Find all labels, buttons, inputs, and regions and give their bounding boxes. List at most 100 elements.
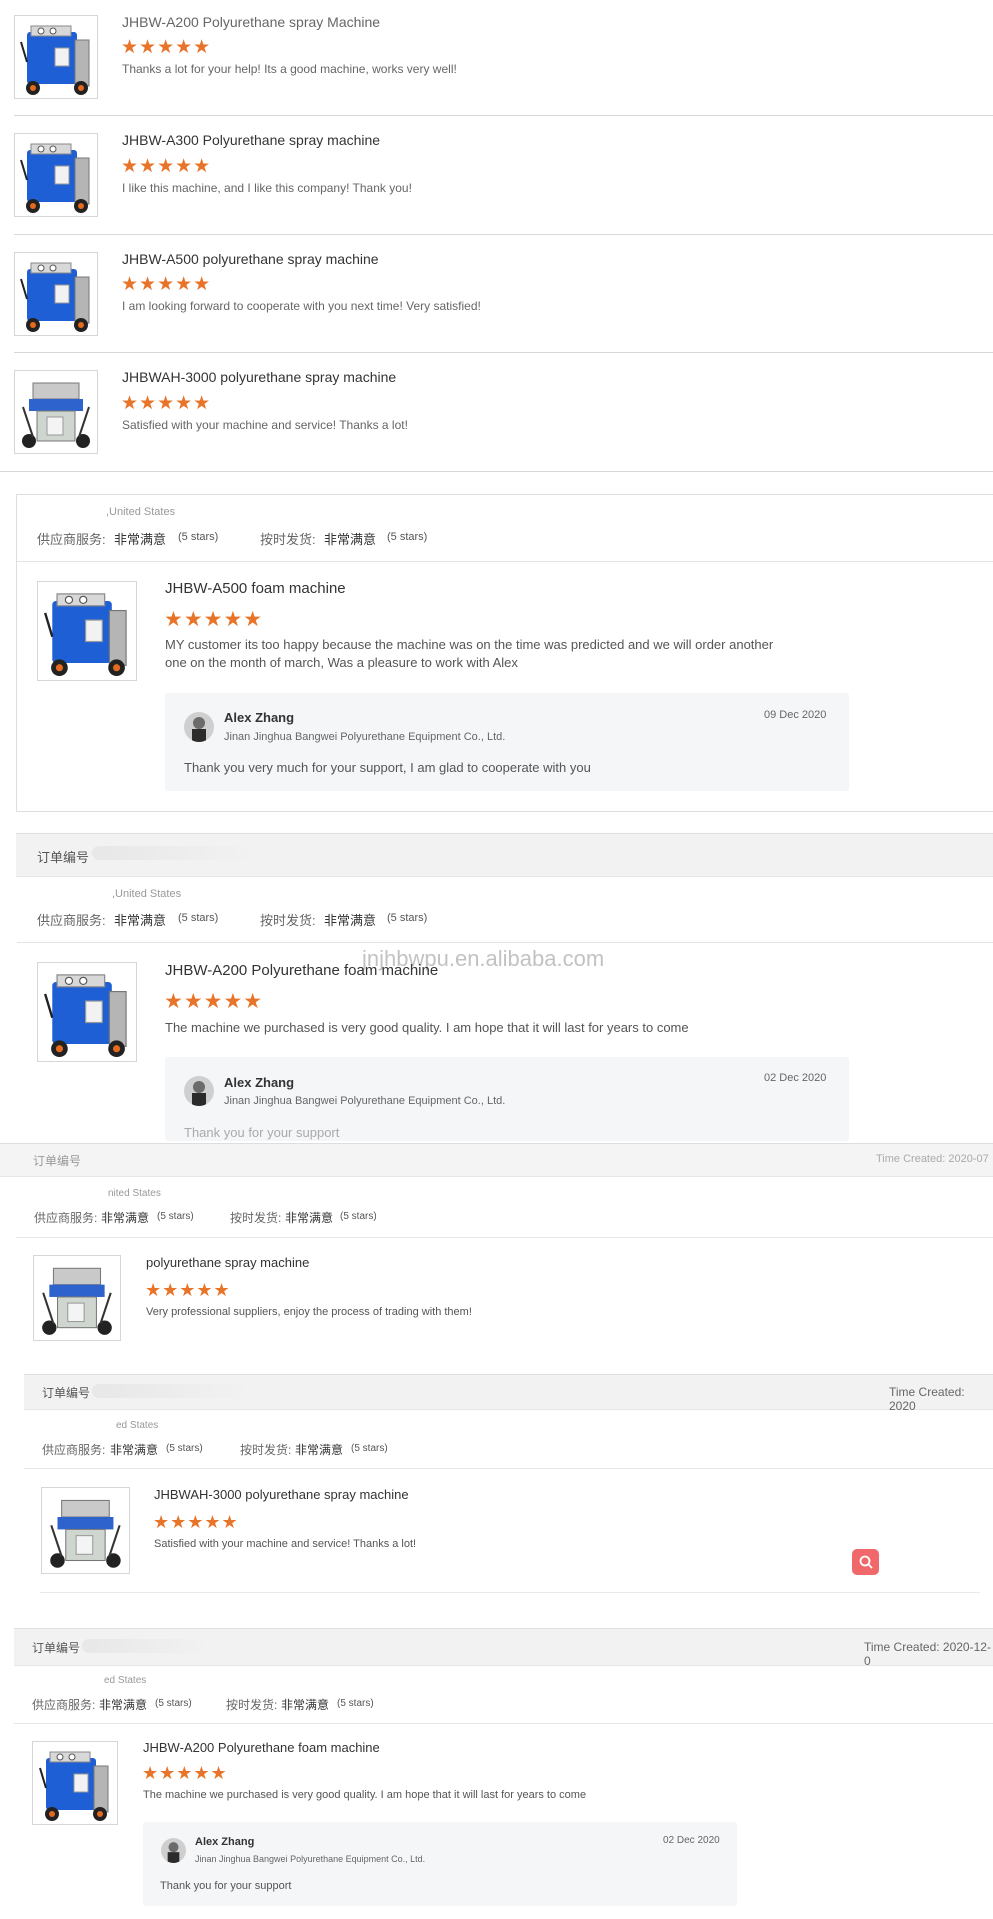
product-thumbnail[interactable] [33, 1255, 121, 1341]
product-name[interactable]: JHBW-A500 foam machine [165, 580, 346, 597]
machine-thumbnail [20, 25, 90, 96]
star-rating: ★★★★★ [145, 1280, 231, 1300]
redacted-order-number [92, 1384, 252, 1398]
reply-date: 02 Dec 2020 [663, 1835, 720, 1846]
on-time-shipping-value: 非常满意 [285, 1211, 334, 1225]
product-thumbnail[interactable] [14, 252, 98, 336]
reply-text: Thank you for your support [160, 1880, 292, 1892]
product-name[interactable]: JHBWAH-3000 polyurethane spray machine [154, 1487, 409, 1502]
order-number-label: 订单编号 [37, 850, 90, 865]
product-name[interactable]: JHBW-A200 Polyurethane spray Machine [122, 14, 380, 30]
avatar [184, 1076, 214, 1106]
divider [14, 234, 993, 235]
divider [14, 352, 993, 353]
product-thumbnail[interactable] [14, 15, 98, 99]
supplier-service-stars: (5 stars) [155, 1698, 192, 1709]
reply-text: Thank you very much for your support, I … [184, 760, 591, 775]
product-name[interactable]: JHBW-A200 Polyurethane foam machine [143, 1740, 380, 1755]
product-name[interactable]: JHBWAH-3000 polyurethane spray machine [122, 369, 396, 385]
star-rating: ★★★★★ [121, 393, 212, 414]
on-time-shipping-label: 按时发货: [226, 1698, 278, 1712]
review-comment: The machine we purchased is very good qu… [143, 1789, 587, 1801]
on-time-shipping-value: 非常满意 [295, 1443, 344, 1457]
supplier-service-label: 供应商服务: [37, 532, 106, 547]
review-comment: I like this machine, and I like this com… [122, 181, 412, 195]
on-time-shipping-value: 非常满意 [324, 532, 377, 547]
star-rating: ★★★★★ [164, 608, 264, 631]
supplier-service-stars: (5 stars) [157, 1211, 194, 1222]
product-name[interactable]: JHBW-A300 Polyurethane spray machine [122, 132, 380, 148]
product-thumbnail[interactable] [32, 1741, 118, 1825]
reply-author: Alex Zhang [224, 710, 295, 725]
reply-company: Jinan Jinghua Bangwei Polyurethane Equip… [195, 1854, 426, 1864]
reply-text: Thank you for your support [184, 1125, 340, 1140]
star-rating: ★★★★★ [121, 37, 212, 58]
on-time-shipping-stars: (5 stars) [340, 1211, 377, 1222]
order-number-label: 订单编号 [33, 1154, 82, 1168]
supplier-service-value: 非常满意 [114, 532, 167, 547]
reply-author: Alex Zhang [224, 1075, 295, 1090]
divider [14, 1723, 993, 1724]
product-thumbnail[interactable] [37, 962, 137, 1062]
avatar [161, 1838, 186, 1863]
on-time-shipping-label: 按时发货: [240, 1443, 292, 1457]
supplier-service-value: 非常满意 [101, 1211, 150, 1225]
machine-thumbnail [49, 1499, 122, 1569]
reply-company: Jinan Jinghua Bangwei Polyurethane Equip… [224, 731, 506, 743]
on-time-shipping-label: 按时发货: [230, 1211, 282, 1225]
buyer-country: ed States [104, 1675, 147, 1686]
avatar [184, 712, 214, 742]
on-time-shipping-label: 按时发货: [260, 532, 316, 547]
supplier-service-stars: (5 stars) [178, 531, 219, 543]
star-rating: ★★★★★ [121, 156, 212, 177]
buyer-country: nited States [108, 1188, 161, 1199]
product-thumbnail[interactable] [14, 370, 98, 454]
search-icon [859, 1555, 873, 1569]
reply-date: 09 Dec 2020 [764, 709, 827, 721]
supplier-reply [143, 1822, 737, 1906]
star-rating: ★★★★★ [121, 274, 212, 295]
on-time-shipping-stars: (5 stars) [351, 1443, 388, 1454]
supplier-service-value: 非常满意 [114, 913, 167, 928]
time-created: Time Created: 2020-12-0 [864, 1640, 991, 1668]
review-comment: I am looking forward to cooperate with y… [122, 299, 481, 313]
on-time-shipping-stars: (5 stars) [387, 912, 428, 924]
reply-author: Alex Zhang [195, 1836, 255, 1848]
supplier-service-value: 非常满意 [110, 1443, 159, 1457]
supplier-service-value: 非常满意 [99, 1698, 148, 1712]
supplier-service-label: 供应商服务: [34, 1211, 98, 1225]
on-time-shipping-value: 非常满意 [281, 1698, 330, 1712]
search-button[interactable] [852, 1549, 879, 1575]
supplier-service-label: 供应商服务: [37, 913, 106, 928]
reply-date: 02 Dec 2020 [764, 1072, 827, 1084]
divider [14, 115, 993, 116]
review-comment: Very professional suppliers, enjoy the p… [146, 1306, 472, 1318]
redacted-order-number [92, 846, 257, 860]
product-name[interactable]: polyurethane spray machine [146, 1255, 309, 1270]
reply-company: Jinan Jinghua Bangwei Polyurethane Equip… [224, 1095, 506, 1107]
divider [16, 1237, 993, 1238]
supplier-service-stars: (5 stars) [178, 912, 219, 924]
review-comment: Satisfied with your machine and service!… [154, 1538, 417, 1550]
order-number-label: 订单编号 [42, 1386, 91, 1400]
machine-thumbnail [39, 1751, 109, 1822]
product-thumbnail[interactable] [41, 1487, 130, 1574]
product-name[interactable]: JHBW-A200 Polyurethane foam machine [165, 962, 438, 979]
product-thumbnail[interactable] [14, 133, 98, 217]
order-header [0, 1143, 993, 1177]
review-comment-line2: one on the month of march, Was a pleasur… [165, 655, 518, 670]
product-name[interactable]: JHBW-A500 polyurethane spray machine [122, 251, 379, 267]
time-created: Time Created: 2020 [889, 1385, 965, 1413]
supplier-service-stars: (5 stars) [166, 1443, 203, 1454]
star-rating: ★★★★★ [142, 1763, 228, 1783]
divider [24, 1468, 993, 1469]
product-thumbnail[interactable] [37, 581, 137, 681]
buyer-country: ,United States [106, 506, 176, 518]
divider [0, 471, 993, 472]
star-rating: ★★★★★ [153, 1512, 239, 1532]
star-rating: ★★★★★ [164, 990, 264, 1013]
machine-thumbnail [41, 1267, 113, 1336]
machine-thumbnail [43, 592, 128, 678]
machine-thumbnail [20, 262, 90, 333]
machine-thumbnail [43, 973, 128, 1059]
